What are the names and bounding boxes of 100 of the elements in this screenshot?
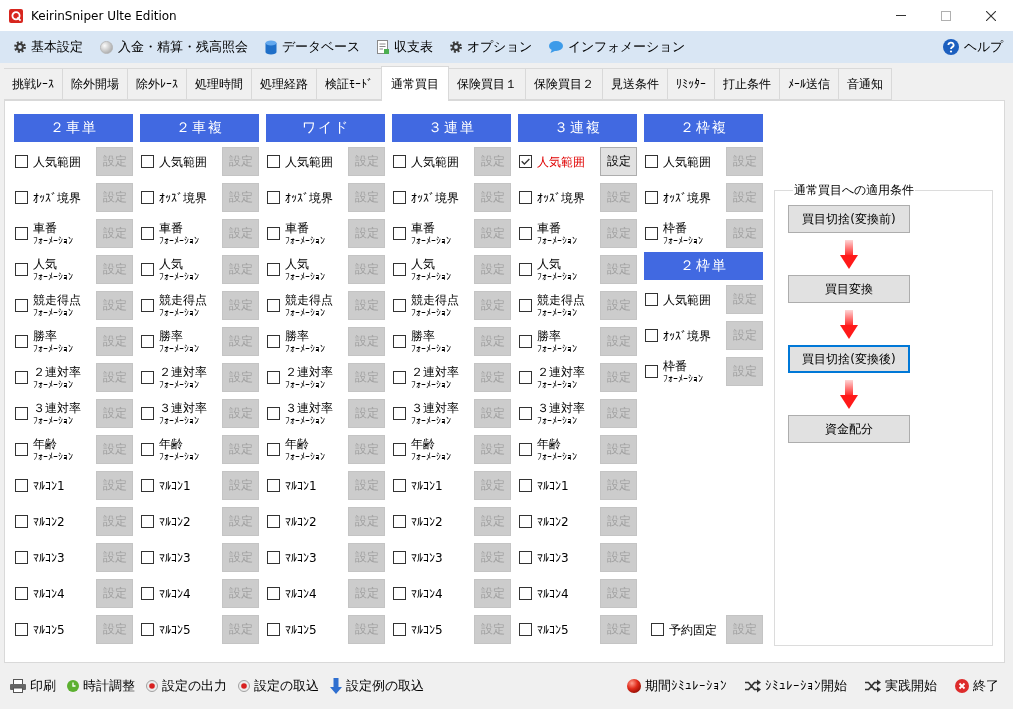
step-button[interactable]: 買目切捨(変換後) xyxy=(788,345,910,373)
checkbox[interactable] xyxy=(393,443,406,456)
checkbox[interactable] xyxy=(519,407,532,420)
tab[interactable]: ﾘﾐｯﾀｰ xyxy=(668,68,715,100)
tab[interactable]: 保険買目２ xyxy=(526,68,603,100)
tab[interactable]: 除外開場 xyxy=(63,68,128,100)
checkbox[interactable] xyxy=(645,365,658,378)
checkbox[interactable] xyxy=(393,263,406,276)
checkbox[interactable] xyxy=(645,329,658,342)
toolbar-button[interactable]: 設定例の取込 xyxy=(330,677,424,695)
checkbox[interactable] xyxy=(141,587,154,600)
checkbox[interactable] xyxy=(267,371,280,384)
close-icon[interactable] xyxy=(985,10,996,21)
checkbox[interactable] xyxy=(519,443,532,456)
checkbox[interactable] xyxy=(141,299,154,312)
toolbar-button[interactable]: 期間ｼﾐｭﾚｰｼｮﾝ xyxy=(627,677,727,695)
step-button[interactable]: 買目変換 xyxy=(788,275,910,303)
tab[interactable]: 処理時間 xyxy=(187,68,252,100)
checkbox[interactable] xyxy=(519,551,532,564)
checkbox[interactable] xyxy=(267,407,280,420)
checkbox[interactable] xyxy=(393,407,406,420)
checkbox[interactable] xyxy=(141,263,154,276)
checkbox[interactable] xyxy=(15,407,28,420)
checkbox[interactable] xyxy=(141,191,154,204)
settings-button[interactable]: 設定 xyxy=(600,147,637,176)
tab[interactable]: 処理経路 xyxy=(252,68,317,100)
tab[interactable]: ﾒｰﾙ送信 xyxy=(780,68,839,100)
tab[interactable]: 保険買目１ xyxy=(449,68,526,100)
menu-item[interactable]: インフォメーション xyxy=(549,38,685,56)
help-menu-item[interactable]: ヘルプ xyxy=(943,38,1003,56)
checkbox[interactable] xyxy=(519,335,532,348)
tab[interactable]: 除外ﾚｰｽ xyxy=(128,68,187,100)
checkbox[interactable] xyxy=(141,407,154,420)
checkbox[interactable] xyxy=(141,515,154,528)
checkbox[interactable] xyxy=(267,299,280,312)
checkbox[interactable] xyxy=(519,155,532,168)
tab[interactable]: 打止条件 xyxy=(715,68,780,100)
toolbar-button[interactable]: 設定の出力 xyxy=(146,677,227,695)
checkbox[interactable] xyxy=(141,623,154,636)
checkbox[interactable] xyxy=(267,155,280,168)
checkbox[interactable] xyxy=(15,227,28,240)
tab[interactable]: 挑戦ﾚｰｽ xyxy=(4,68,63,100)
checkbox[interactable] xyxy=(141,227,154,240)
checkbox[interactable] xyxy=(15,191,28,204)
checkbox[interactable] xyxy=(267,191,280,204)
checkbox[interactable] xyxy=(15,623,28,636)
checkbox[interactable] xyxy=(519,515,532,528)
checkbox[interactable] xyxy=(393,551,406,564)
toolbar-button[interactable]: 設定の取込 xyxy=(238,677,319,695)
checkbox[interactable] xyxy=(141,371,154,384)
checkbox[interactable] xyxy=(141,335,154,348)
checkbox[interactable] xyxy=(267,623,280,636)
menu-item[interactable]: 入金・精算・残高照会 xyxy=(100,38,248,56)
checkbox[interactable] xyxy=(15,551,28,564)
checkbox[interactable] xyxy=(519,371,532,384)
menu-item[interactable]: 基本設定 xyxy=(14,38,83,56)
step-button[interactable]: 買目切捨(変換前) xyxy=(788,205,910,233)
checkbox[interactable] xyxy=(15,335,28,348)
checkbox[interactable] xyxy=(519,587,532,600)
tab[interactable]: 通常買目 xyxy=(381,66,449,101)
checkbox[interactable] xyxy=(519,191,532,204)
checkbox[interactable] xyxy=(267,479,280,492)
tab[interactable]: 検証ﾓｰﾄﾞ xyxy=(317,68,382,100)
checkbox[interactable] xyxy=(15,155,28,168)
checkbox[interactable] xyxy=(141,155,154,168)
toolbar-button[interactable]: 時計調整 xyxy=(67,677,135,695)
checkbox[interactable] xyxy=(519,479,532,492)
checkbox[interactable] xyxy=(393,515,406,528)
checkbox[interactable] xyxy=(267,551,280,564)
checkbox[interactable] xyxy=(393,155,406,168)
checkbox[interactable] xyxy=(519,227,532,240)
checkbox[interactable] xyxy=(15,443,28,456)
checkbox[interactable] xyxy=(645,191,658,204)
checkbox[interactable] xyxy=(141,479,154,492)
checkbox[interactable] xyxy=(267,263,280,276)
checkbox[interactable] xyxy=(393,191,406,204)
checkbox[interactable] xyxy=(393,335,406,348)
menu-item[interactable]: オプション xyxy=(450,38,532,56)
checkbox[interactable] xyxy=(141,551,154,564)
checkbox[interactable] xyxy=(15,299,28,312)
menu-item[interactable]: データベース xyxy=(265,38,360,56)
checkbox[interactable] xyxy=(393,623,406,636)
checkbox[interactable] xyxy=(393,479,406,492)
checkbox[interactable] xyxy=(15,479,28,492)
checkbox[interactable] xyxy=(651,623,664,636)
checkbox[interactable] xyxy=(15,515,28,528)
checkbox[interactable] xyxy=(15,263,28,276)
minimize-icon[interactable] xyxy=(895,15,906,16)
checkbox[interactable] xyxy=(645,227,658,240)
toolbar-button[interactable]: 終了 xyxy=(955,677,999,695)
checkbox[interactable] xyxy=(393,587,406,600)
checkbox[interactable] xyxy=(519,263,532,276)
checkbox[interactable] xyxy=(141,443,154,456)
menu-item[interactable]: 収支表 xyxy=(377,38,433,56)
checkbox[interactable] xyxy=(267,587,280,600)
toolbar-button[interactable]: 印刷 xyxy=(10,677,56,695)
checkbox[interactable] xyxy=(267,335,280,348)
checkbox[interactable] xyxy=(15,371,28,384)
checkbox[interactable] xyxy=(267,515,280,528)
tab[interactable]: 見送条件 xyxy=(603,68,668,100)
